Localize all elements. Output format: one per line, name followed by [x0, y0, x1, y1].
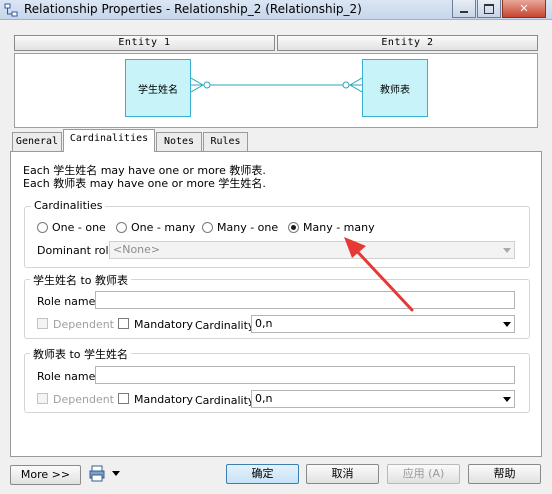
chevron-down-icon	[503, 248, 511, 253]
radio-one-many[interactable]	[116, 222, 127, 233]
role2-dependent-checkbox[interactable]	[37, 393, 48, 404]
minimize-button[interactable]	[452, 0, 476, 18]
relationship-line	[191, 77, 362, 93]
help-button[interactable]: 帮助	[468, 464, 541, 484]
role1-legend: 学生姓名 to 教师表	[30, 272, 132, 288]
maximize-icon	[484, 3, 494, 14]
tab-general[interactable]: General	[12, 132, 62, 152]
close-button[interactable]: ✕	[502, 0, 546, 18]
description-line2: Each 教师表 may have one or more 学生姓名.	[23, 177, 266, 190]
role1-role-name-label: Role name:	[37, 295, 100, 308]
role2-cardinality-select[interactable]: 0,n	[251, 390, 515, 408]
entity1-box: 学生姓名	[125, 59, 191, 117]
tab-cardinalities[interactable]: Cardinalities	[63, 129, 155, 152]
chevron-down-icon	[503, 397, 511, 402]
role1-role-name-input[interactable]	[95, 291, 515, 309]
role1-cardinality-value: 0,n	[255, 317, 273, 330]
apply-button[interactable]: 应用 (A)	[387, 464, 460, 484]
radio-one-one-label: One - one	[52, 221, 106, 234]
entity1-header-button[interactable]: Entity 1	[14, 35, 275, 51]
radio-many-one-label: Many - one	[217, 221, 279, 234]
radio-one-one[interactable]	[37, 222, 48, 233]
dominant-role-value: <None>	[113, 243, 161, 256]
role1-mandatory-checkbox[interactable]	[118, 318, 129, 329]
annotation-arrow	[344, 237, 414, 312]
radio-many-many[interactable]	[288, 222, 299, 233]
relationship-preview: 学生姓名 教师表	[14, 53, 538, 128]
minimize-icon	[460, 10, 468, 13]
role2-legend: 教师表 to 学生姓名	[30, 346, 132, 362]
chevron-down-icon	[503, 322, 511, 327]
role2-mandatory-checkbox[interactable]	[118, 393, 129, 404]
tab-rules[interactable]: Rules	[203, 132, 248, 152]
maximize-button[interactable]	[477, 0, 501, 18]
role2-dependent-label: Dependent	[53, 393, 114, 406]
ok-button[interactable]: 确定	[226, 464, 299, 484]
role1-cardinality-label: Cardinality:	[195, 319, 258, 332]
entity2-header-button[interactable]: Entity 2	[277, 35, 538, 51]
cardinalities-legend: Cardinalities	[31, 199, 106, 212]
role2-cardinality-label: Cardinality:	[195, 394, 258, 407]
role1-mandatory-label: Mandatory	[134, 318, 194, 331]
more-button[interactable]: More >>	[10, 465, 81, 485]
tab-notes[interactable]: Notes	[156, 132, 202, 152]
role2-mandatory-label: Mandatory	[134, 393, 194, 406]
radio-many-one[interactable]	[202, 222, 213, 233]
menu-dropdown-icon[interactable]	[112, 471, 120, 476]
role1-cardinality-select[interactable]: 0,n	[251, 315, 515, 333]
relationship-icon	[4, 3, 18, 17]
radio-one-many-label: One - many	[131, 221, 196, 234]
role2-cardinality-value: 0,n	[255, 392, 273, 405]
close-icon: ✕	[519, 1, 529, 15]
role2-role-name-input[interactable]	[95, 366, 515, 384]
printer-icon[interactable]	[89, 465, 105, 483]
cancel-button[interactable]: 取消	[306, 464, 379, 484]
role1-dependent-label: Dependent	[53, 318, 114, 331]
role1-dependent-checkbox[interactable]	[37, 318, 48, 329]
dominant-role-label: Dominant role:	[37, 244, 120, 257]
window-title: Relationship Properties - Relationship_2…	[24, 2, 362, 16]
role2-role-name-label: Role name:	[37, 370, 100, 383]
entity2-box: 教师表	[362, 59, 428, 117]
dominant-role-select[interactable]: <None>	[109, 241, 515, 259]
